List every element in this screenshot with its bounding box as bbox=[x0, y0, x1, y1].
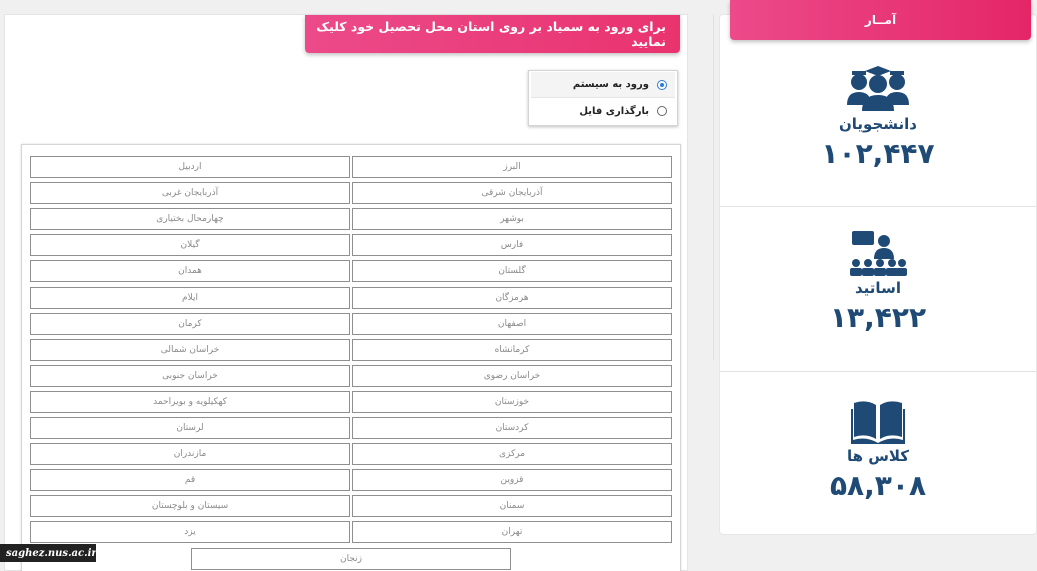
radio-option-login[interactable]: ورود به سیستم bbox=[531, 72, 675, 98]
students-icon bbox=[847, 66, 909, 111]
province-grid: البرز اردبیل آذربایجان شرقی آذربایجان غربی ب… bbox=[21, 144, 681, 571]
province-button[interactable]: هرمزگان bbox=[352, 286, 672, 309]
stat-divider bbox=[720, 206, 1036, 207]
province-button[interactable]: تهران bbox=[352, 521, 672, 544]
mode-selector: ورود به سیستم بارگذاری فایل bbox=[528, 70, 678, 126]
stat-professors: اساتید ۱۳,۴۲۲ bbox=[720, 229, 1036, 334]
province-button[interactable]: همدان bbox=[30, 260, 350, 283]
site-watermark: saghez.nus.ac.ir bbox=[0, 544, 97, 562]
radio-label-login: ورود به سیستم bbox=[572, 79, 649, 90]
radio-button-login[interactable] bbox=[657, 79, 667, 90]
stats-title: آمــار bbox=[864, 13, 897, 27]
province-button[interactable]: البرز bbox=[352, 156, 672, 178]
province-button[interactable]: کرمان bbox=[30, 312, 350, 335]
province-button[interactable]: چهارمحال بختیاری bbox=[30, 208, 350, 231]
province-button[interactable]: لرستان bbox=[30, 417, 350, 439]
instruction-banner: برای ورود به سمیاد بر روی استان محل تحصی… bbox=[305, 15, 680, 53]
provinces-panel: برای ورود به سمیاد بر روی استان محل تحصی… bbox=[4, 14, 688, 571]
stat-classes: کلاس ها ۵۸,۳۰۸ bbox=[720, 399, 1036, 502]
stats-header: آمــار bbox=[730, 0, 1031, 40]
radio-button-upload[interactable] bbox=[657, 106, 667, 116]
province-button[interactable]: سمنان bbox=[352, 495, 672, 518]
province-button[interactable]: آذربایجان شرقی bbox=[352, 182, 672, 205]
panel-edge bbox=[713, 14, 717, 360]
province-button[interactable]: یزد bbox=[30, 521, 350, 544]
book-icon bbox=[851, 401, 905, 444]
province-button[interactable]: زنجان bbox=[191, 547, 511, 570]
province-button[interactable]: قم bbox=[30, 469, 350, 492]
radio-option-upload[interactable]: بارگذاری فایل bbox=[531, 98, 675, 124]
province-button[interactable]: گلستان bbox=[352, 260, 672, 283]
province-button[interactable]: خوزستان bbox=[352, 390, 672, 413]
province-button[interactable]: بوشهر bbox=[352, 208, 672, 231]
province-button[interactable]: کردستان bbox=[352, 417, 672, 439]
province-button[interactable]: خراسان شمالی bbox=[30, 338, 350, 361]
classes-label: کلاس ها bbox=[846, 447, 910, 465]
students-label: دانشجویان bbox=[838, 115, 918, 133]
professors-count: ۱۳,۴۲۲ bbox=[829, 301, 927, 334]
instruction-text: برای ورود به سمیاد بر روی استان محل تحصی… bbox=[316, 19, 666, 49]
province-button[interactable]: اردبیل bbox=[30, 156, 350, 178]
professors-label: اساتید bbox=[855, 279, 901, 297]
province-button[interactable]: قزوین bbox=[352, 469, 672, 492]
province-button[interactable]: فارس bbox=[352, 234, 672, 257]
province-button[interactable]: سیستان و بلوچستان bbox=[30, 495, 350, 518]
province-button[interactable]: اصفهان bbox=[352, 312, 672, 335]
students-count: ۱۰۲,۴۴۷ bbox=[821, 137, 935, 170]
radio-label-upload: بارگذاری فایل bbox=[579, 105, 649, 117]
province-button[interactable]: کهکیلویه و بویراحمد bbox=[30, 390, 350, 413]
province-button[interactable]: آذربایجان غربی bbox=[30, 182, 350, 205]
teacher-icon bbox=[850, 231, 907, 276]
stats-panel: دانشجویان ۱۰۲,۴۴۷ اساتید ۱۳,۴۲۲ کلاس ها … bbox=[719, 14, 1037, 535]
classes-count: ۵۸,۳۰۸ bbox=[829, 469, 927, 502]
province-button[interactable]: کرمانشاه bbox=[352, 338, 672, 361]
province-button[interactable]: گیلان bbox=[30, 234, 350, 257]
stat-students: دانشجویان ۱۰۲,۴۴۷ bbox=[720, 65, 1036, 170]
stat-divider bbox=[720, 371, 1036, 372]
province-button[interactable]: مرکزی bbox=[352, 443, 672, 466]
province-button[interactable]: خراسان جنوبی bbox=[30, 364, 350, 387]
province-button[interactable]: ایلام bbox=[30, 286, 350, 309]
province-button[interactable]: مازندران bbox=[30, 443, 350, 466]
province-button[interactable]: خراسان رضوی bbox=[352, 364, 672, 387]
